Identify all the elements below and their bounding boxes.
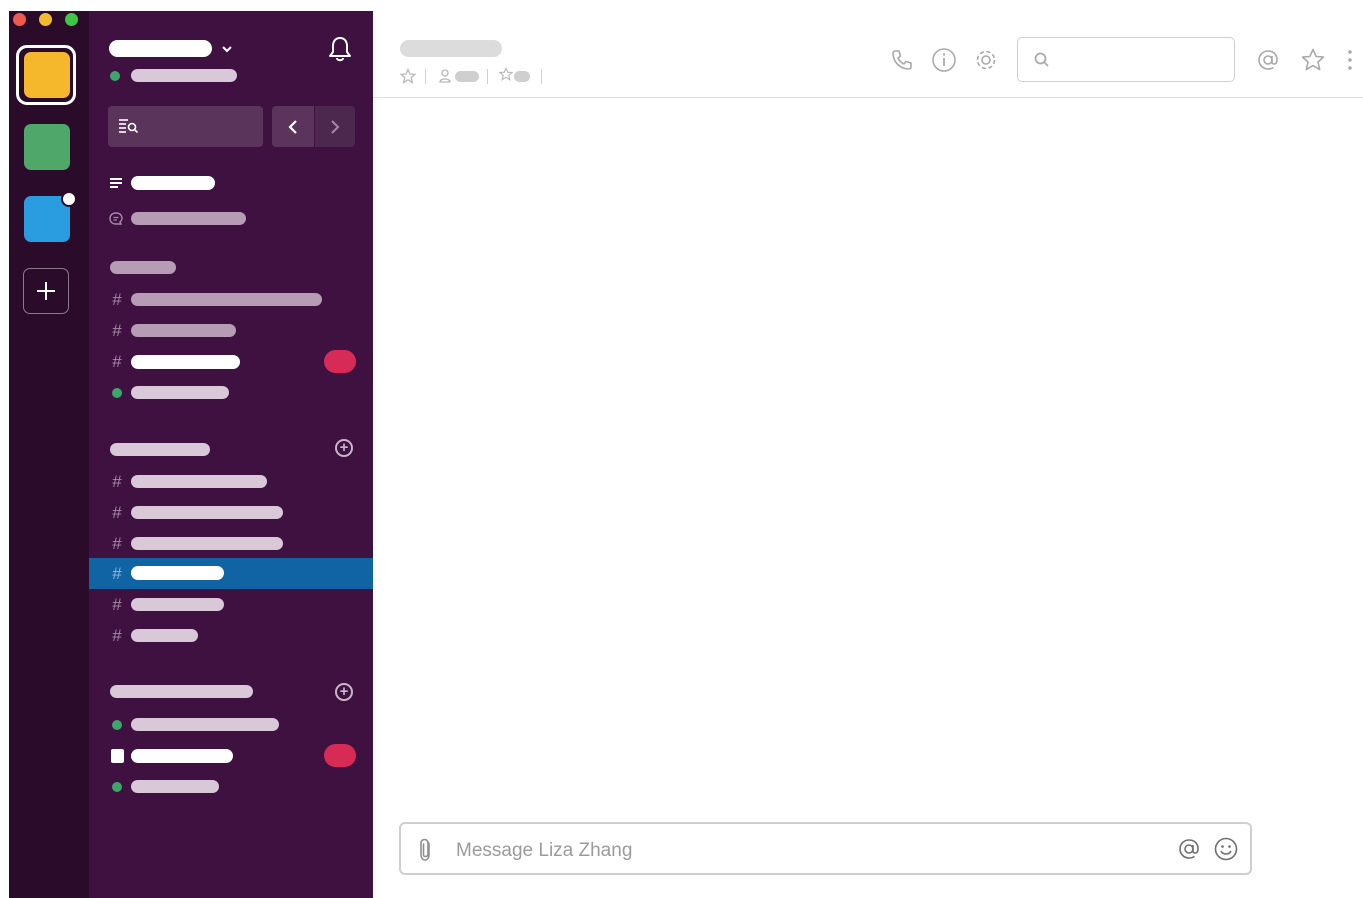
channel-hash-icon: # bbox=[112, 290, 122, 309]
member-icon[interactable] bbox=[438, 68, 452, 84]
sidebar-channel[interactable] bbox=[131, 598, 224, 611]
all-unreads-icon bbox=[110, 178, 122, 188]
member-count bbox=[455, 71, 479, 82]
sidebar-item-all-unreads[interactable] bbox=[131, 176, 215, 190]
sidebar-channel[interactable] bbox=[131, 537, 283, 550]
at-icon[interactable] bbox=[1176, 836, 1202, 862]
starred-items-icon[interactable] bbox=[1300, 47, 1326, 73]
section-header-channels[interactable] bbox=[110, 443, 210, 456]
section-header-direct-messages[interactable] bbox=[110, 685, 253, 698]
sidebar-item-threads[interactable] bbox=[131, 212, 246, 225]
sidebar-channel[interactable] bbox=[131, 293, 322, 306]
bell-icon[interactable] bbox=[327, 35, 353, 63]
window-maximize-button[interactable] bbox=[65, 13, 78, 26]
chevron-right-icon bbox=[331, 120, 340, 134]
sidebar-direct-message[interactable] bbox=[131, 780, 219, 793]
presence-online-dot bbox=[112, 388, 122, 398]
divider bbox=[541, 69, 542, 84]
user-name[interactable] bbox=[131, 69, 237, 82]
mention-badge bbox=[324, 350, 356, 373]
app-bot-icon bbox=[111, 749, 124, 763]
channel-hash-icon: # bbox=[112, 595, 122, 614]
window-minimize-button[interactable] bbox=[39, 13, 52, 26]
divider bbox=[487, 69, 488, 84]
divider bbox=[425, 69, 426, 84]
mention-icon[interactable] bbox=[1255, 47, 1281, 73]
mention-badge bbox=[324, 744, 356, 767]
message-input-placeholder: Message Liza Zhang bbox=[456, 840, 633, 861]
workspace-tile-green[interactable] bbox=[24, 124, 70, 170]
workspace-tile-yellow[interactable] bbox=[24, 52, 70, 98]
sidebar-direct-message[interactable] bbox=[131, 386, 229, 399]
channel-hash-icon: # bbox=[112, 352, 122, 371]
add-workspace-button[interactable] bbox=[23, 268, 69, 314]
more-icon[interactable] bbox=[1344, 48, 1356, 72]
channel-hash-icon: # bbox=[112, 503, 122, 522]
channel-title bbox=[400, 40, 502, 57]
add-channel-icon[interactable]: + bbox=[335, 439, 353, 457]
smiley-icon[interactable] bbox=[1213, 836, 1239, 862]
channel-hash-icon: # bbox=[112, 534, 122, 553]
presence-online-dot bbox=[112, 720, 122, 730]
channel-hash-icon: # bbox=[112, 626, 122, 645]
channel-hash-icon: # bbox=[112, 472, 122, 491]
search-icon bbox=[1034, 52, 1049, 67]
channel-hash-icon: # bbox=[112, 321, 122, 340]
add-direct-message-icon[interactable]: + bbox=[335, 683, 353, 701]
workspace-notification-dot bbox=[61, 191, 77, 207]
star-icon[interactable] bbox=[400, 68, 416, 84]
channel-hash-icon: # bbox=[112, 564, 122, 583]
quick-switcher-button[interactable] bbox=[108, 106, 263, 147]
history-back-button[interactable] bbox=[272, 106, 314, 147]
user-presence-dot bbox=[110, 71, 120, 81]
sidebar-channel[interactable] bbox=[131, 629, 198, 642]
sidebar-channel[interactable] bbox=[131, 506, 283, 519]
paperclip-icon[interactable] bbox=[416, 837, 436, 863]
plus-icon bbox=[37, 282, 55, 300]
history-forward-button[interactable] bbox=[315, 106, 355, 147]
window-close-button[interactable] bbox=[13, 13, 26, 26]
chevron-down-icon[interactable] bbox=[221, 45, 233, 54]
sidebar-direct-message[interactable] bbox=[131, 718, 279, 731]
workspace-name[interactable] bbox=[109, 40, 212, 57]
section-header-starred[interactable] bbox=[110, 261, 176, 274]
threads-icon bbox=[109, 212, 123, 225]
presence-online-dot bbox=[112, 782, 122, 792]
selected-channel-name bbox=[131, 566, 224, 580]
sidebar-channel[interactable] bbox=[131, 324, 236, 337]
message-pane bbox=[373, 98, 1363, 818]
window-margin bbox=[0, 0, 9, 898]
chevron-left-icon bbox=[288, 120, 297, 134]
jump-search-icon bbox=[119, 119, 139, 134]
sidebar-channel-unread[interactable] bbox=[131, 355, 240, 369]
sidebar-channel[interactable] bbox=[131, 475, 267, 488]
gear-icon[interactable] bbox=[973, 47, 999, 73]
pinned-count bbox=[514, 71, 530, 82]
sidebar-direct-message-unread[interactable] bbox=[131, 749, 233, 763]
phone-icon[interactable] bbox=[890, 48, 914, 72]
info-icon[interactable] bbox=[931, 47, 957, 73]
search-input[interactable] bbox=[1017, 37, 1235, 82]
pin-icon[interactable] bbox=[499, 67, 513, 81]
